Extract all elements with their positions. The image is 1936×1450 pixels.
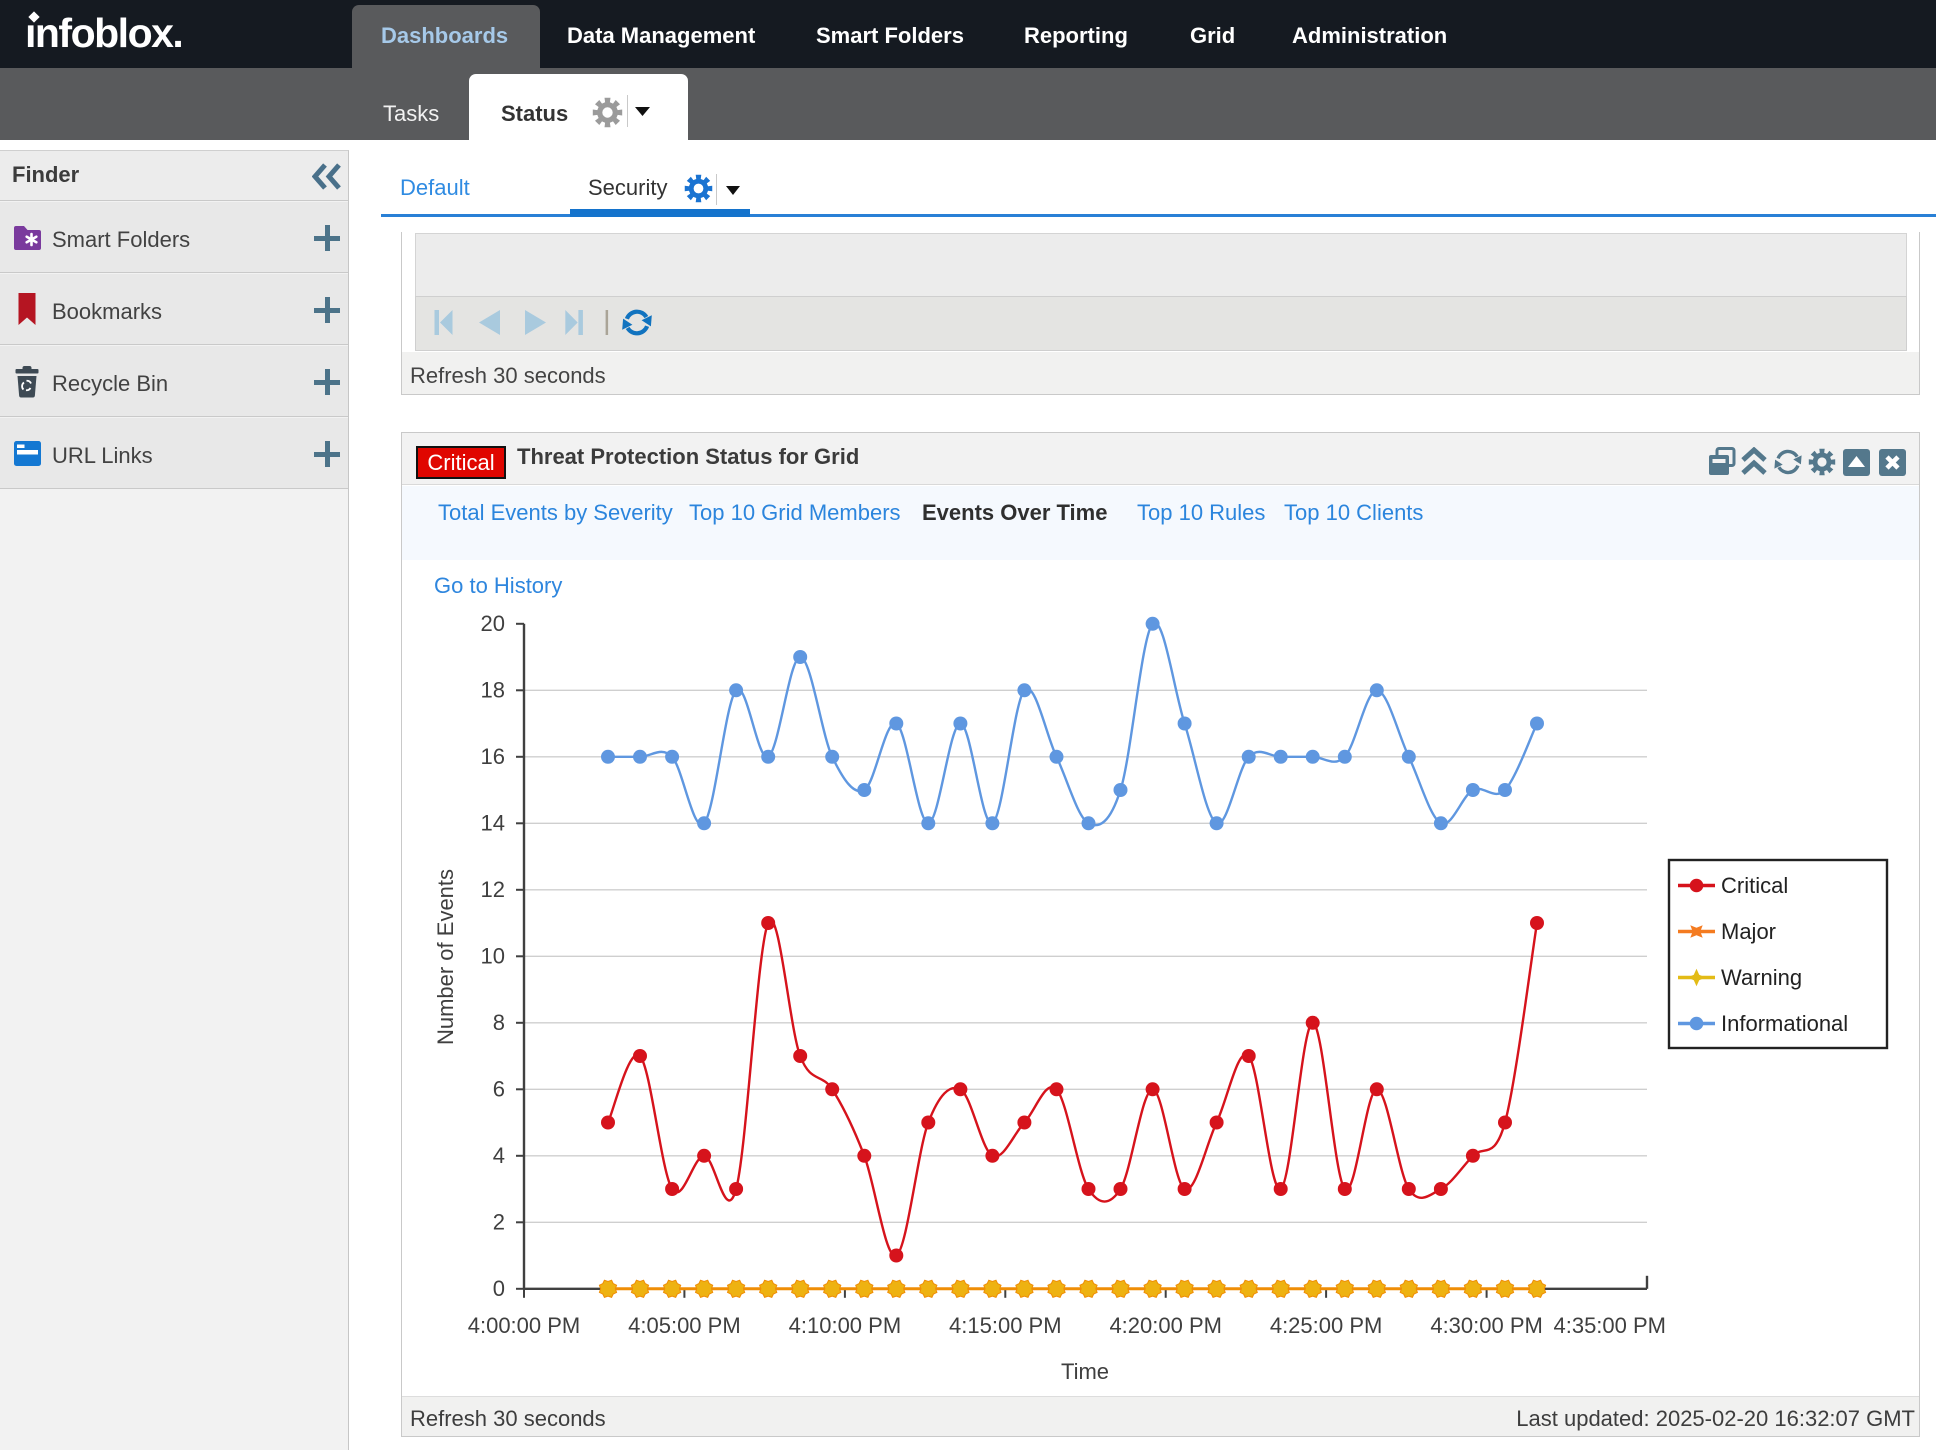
svg-text:Warning: Warning [1721,965,1802,990]
svg-text:4:35:00 PM: 4:35:00 PM [1553,1313,1666,1338]
svg-text:Major: Major [1721,919,1776,944]
svg-text:Time: Time [1061,1359,1109,1384]
svg-text:0: 0 [493,1276,505,1301]
svg-text:8: 8 [493,1010,505,1035]
svg-text:12: 12 [481,877,505,902]
svg-text:4:25:00 PM: 4:25:00 PM [1270,1313,1383,1338]
svg-text:4:30:00 PM: 4:30:00 PM [1430,1313,1543,1338]
svg-text:Critical: Critical [1721,873,1788,898]
svg-text:18: 18 [481,677,505,702]
svg-text:2: 2 [493,1209,505,1234]
svg-text:10: 10 [481,943,505,968]
svg-text:20: 20 [481,611,505,636]
svg-text:Number of Events: Number of Events [433,869,458,1045]
svg-text:4: 4 [493,1143,505,1168]
svg-text:4:05:00 PM: 4:05:00 PM [628,1313,741,1338]
svg-text:4:00:00 PM: 4:00:00 PM [468,1313,581,1338]
svg-text:4:10:00 PM: 4:10:00 PM [789,1313,902,1338]
svg-text:16: 16 [481,744,505,769]
svg-text:4:15:00 PM: 4:15:00 PM [949,1313,1062,1338]
svg-text:4:20:00 PM: 4:20:00 PM [1109,1313,1222,1338]
svg-text:Informational: Informational [1721,1011,1848,1036]
svg-text:14: 14 [481,810,505,835]
svg-text:6: 6 [493,1076,505,1101]
